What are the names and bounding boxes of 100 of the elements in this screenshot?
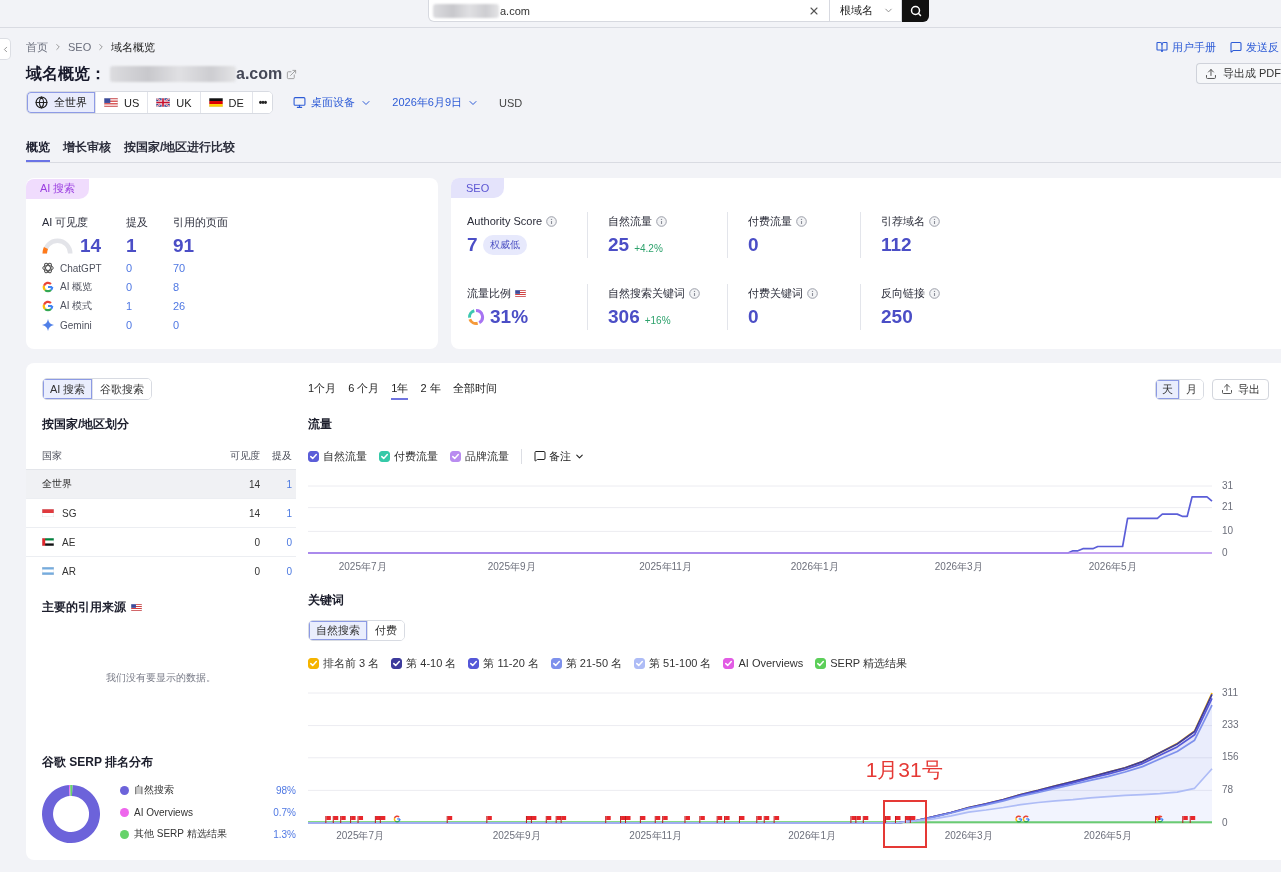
axis-label: 2025年9月: [492, 829, 541, 841]
axis-label: 2025年9月: [487, 560, 536, 572]
column-label: 引用的页面: [173, 214, 229, 230]
source-value: 26: [173, 300, 187, 312]
source-value: 0: [126, 281, 134, 293]
section-title: 关键词: [308, 591, 344, 609]
metric-value: 112: [881, 234, 912, 256]
metric-value: 0: [748, 234, 759, 256]
table-cell-text: 1: [285, 507, 292, 519]
domain-text: a.com: [236, 65, 283, 83]
page-title: 域名概览：: [26, 63, 106, 84]
section-title: 流量: [308, 415, 332, 433]
country-name: SG: [62, 507, 77, 519]
axis-label: 78: [1222, 784, 1234, 796]
metric-label: 付费流量: [748, 213, 792, 229]
source-value: 8: [173, 281, 181, 293]
metric-label: 流量比例: [467, 285, 511, 301]
axis-label: 2026年3月: [944, 829, 993, 841]
table-cell-text: 0: [253, 565, 260, 577]
axis-label: 2025年7月: [336, 829, 385, 841]
legend-label: 排名前 3 名: [323, 655, 380, 671]
source-name: ChatGPT: [60, 262, 102, 274]
source-name: Gemini: [60, 319, 92, 331]
axis-label: 2025年11月: [629, 829, 682, 841]
axis-label: 2025年11月: [639, 560, 692, 572]
section-title: 主要的引用来源: [42, 598, 126, 616]
metric-label: 反向链接: [881, 285, 925, 301]
axis-label: 156: [1222, 751, 1239, 763]
source-value: 0: [173, 319, 181, 331]
change-text: +4.2%: [634, 243, 663, 254]
axis-label: 311: [1222, 686, 1238, 698]
metric-value: 1: [126, 234, 138, 257]
legend-value: 98%: [276, 784, 296, 796]
metric-label: 引荐域名: [881, 213, 925, 229]
metric-label: 付费关键词: [748, 285, 803, 301]
section-tag: AI 搜索: [26, 178, 90, 199]
source-name: AI 模式: [60, 299, 93, 313]
legend-value: 0.7%: [273, 806, 296, 818]
metric-value: 14: [80, 234, 102, 257]
breadcrumb-current: 域名概览: [111, 39, 156, 55]
column-label: AI 可见度: [42, 214, 90, 230]
legend-label: AI Overviews: [134, 806, 193, 818]
legend-label: SERP 精选结果: [830, 655, 908, 671]
metric-value: 7: [467, 234, 478, 256]
legend-label: AI Overviews: [738, 657, 804, 669]
empty-message: 我们没有要显示的数据。: [106, 671, 216, 685]
metric-label: Authority Score: [467, 215, 543, 227]
table-cell-text: 0: [285, 536, 292, 548]
axis-label: 2025年7月: [338, 560, 387, 572]
axis-label: 21: [1222, 501, 1234, 513]
axis-label: 0: [1222, 546, 1228, 558]
column-header: 可见度: [229, 448, 260, 463]
source-value: 0: [126, 262, 134, 274]
metric-value: 25: [608, 234, 630, 256]
legend-label: 其他 SERP 精选结果: [134, 827, 227, 841]
metric-label: 自然流量: [608, 213, 652, 229]
axis-label: 2026年3月: [934, 560, 983, 572]
column-header: 提及: [271, 448, 292, 463]
country-name: 全世界: [42, 477, 72, 491]
axis-label: 31: [1222, 480, 1234, 491]
currency-label: USD: [499, 96, 523, 109]
legend-label: 付费流量: [394, 448, 438, 464]
table-cell-text: 1: [285, 478, 292, 490]
axis-label: 2026年1月: [788, 829, 837, 841]
legend-label: 品牌流量: [465, 448, 509, 464]
change-text: +16%: [644, 315, 671, 326]
annotation-text: 1月31号: [865, 758, 943, 782]
legend-label: 自然搜索: [134, 783, 174, 797]
table-cell-text: 14: [247, 507, 260, 519]
section-title: 谷歌 SERP 排名分布: [42, 753, 154, 771]
section-tag: SEO: [451, 178, 505, 198]
legend-label: 第 21-50 名: [565, 655, 623, 671]
legend-label: 自然流量: [323, 448, 367, 464]
axis-label: 10: [1222, 525, 1234, 537]
source-value: 70: [173, 262, 187, 274]
source-value: 1: [126, 300, 134, 312]
metric-value: 91: [173, 234, 196, 257]
country-name: AE: [62, 536, 76, 548]
axis-label: 2026年5月: [1083, 829, 1132, 841]
source-name: AI 概览: [60, 280, 93, 294]
legend-label: 第 51-100 名: [649, 655, 712, 671]
legend-label: 第 11-20 名: [483, 655, 539, 671]
section-title: 按国家/地区划分: [42, 415, 130, 433]
axis-label: 0: [1222, 816, 1228, 828]
metric-value: 31%: [490, 306, 529, 328]
score-badge: 权威低: [482, 235, 527, 255]
metric-label: 自然搜索关键词: [608, 285, 685, 301]
axis-label: 2026年1月: [790, 560, 839, 572]
axis-label: 233: [1222, 719, 1239, 731]
column-header: 国家: [42, 448, 63, 463]
metric-value: 250: [881, 306, 913, 328]
metric-value: 306: [608, 306, 640, 328]
legend-value: 1.3%: [273, 828, 296, 840]
column-label: 提及: [126, 214, 149, 230]
axis-label: 2026年5月: [1088, 560, 1137, 572]
metric-value: 0: [748, 306, 759, 328]
field-value: a.com: [500, 4, 530, 17]
table-cell-text: 14: [247, 478, 260, 490]
table-cell-text: 0: [253, 536, 260, 548]
country-name: AR: [62, 565, 76, 577]
